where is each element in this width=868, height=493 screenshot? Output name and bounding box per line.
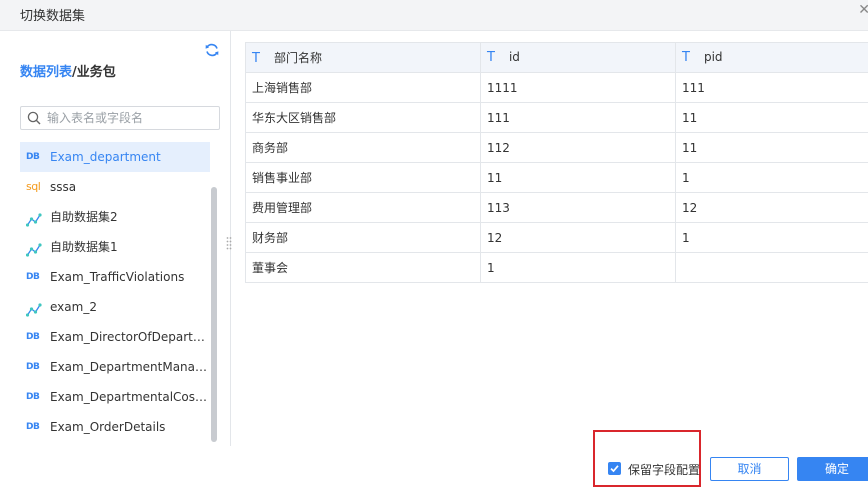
table-cell bbox=[675, 252, 868, 283]
list-item-label: Exam_DepartmentManager... bbox=[50, 360, 210, 374]
search-input[interactable] bbox=[47, 109, 213, 126]
table-cell: 董事会 bbox=[245, 252, 481, 283]
keep-config-checkbox[interactable] bbox=[608, 462, 621, 475]
table-header-row: T 部门名称 Tid Tpid bbox=[245, 42, 868, 73]
table-cell: 上海销售部 bbox=[245, 72, 481, 103]
list-item[interactable]: DB Exam_TrafficViolations bbox=[20, 262, 210, 292]
table-cell: 商务部 bbox=[245, 132, 481, 163]
table-row: 销售事业部 11 1 bbox=[245, 162, 868, 193]
list-item-label: Exam_TrafficViolations bbox=[50, 270, 185, 284]
list-item[interactable]: DB Exam_DirectorOfDepartme... bbox=[20, 322, 210, 352]
list-item[interactable]: DB Exam_OrderDetails bbox=[20, 412, 210, 442]
list-item[interactable]: DB Exam_DepartmentManager... bbox=[20, 352, 210, 382]
table-cell: 12 bbox=[675, 192, 868, 223]
table-row: 商务部 112 11 bbox=[245, 132, 868, 163]
table-cell: 112 bbox=[480, 132, 676, 163]
list-item-label: Exam_DepartmentalCostSt... bbox=[50, 390, 210, 404]
dataset-list-panel: 数据列表/业务包 DB Exam_departmentsqlsssa 自助数据集2 自… bbox=[0, 31, 231, 446]
checkmark-icon bbox=[610, 465, 619, 473]
table-cell: 113 bbox=[480, 192, 676, 223]
sql-icon: sql bbox=[26, 180, 41, 193]
table-cell: 销售事业部 bbox=[245, 162, 481, 193]
confirm-button[interactable]: 确定 bbox=[797, 457, 868, 481]
db-icon: DB bbox=[26, 422, 40, 432]
preview-table: T 部门名称 Tid Tpid 上海销售部 1111 111 华东大区销售部 111 11 商务部… bbox=[245, 42, 868, 283]
refresh-icon[interactable] bbox=[204, 42, 220, 58]
table-body: 上海销售部 1111 111 华东大区销售部 111 11 商务部 112 11 销售事业部 11 1… bbox=[245, 72, 868, 283]
dialog-title: 切换数据集 bbox=[20, 9, 86, 24]
table-cell: 费用管理部 bbox=[245, 192, 481, 223]
list-item-label: sssa bbox=[50, 180, 77, 194]
column-header-label: id bbox=[508, 50, 520, 64]
keep-config-label: 保留字段配置 bbox=[628, 463, 701, 477]
self-service-dataset-icon bbox=[25, 300, 46, 322]
list-item[interactable]: DB Exam_DepartmentalCostSt... bbox=[20, 382, 210, 412]
table-cell: 111 bbox=[675, 72, 868, 103]
table-row: 上海销售部 1111 111 bbox=[245, 72, 868, 103]
list-item[interactable]: DB Exam_department bbox=[20, 142, 210, 172]
table-cell: 1 bbox=[675, 222, 868, 253]
list-scrollbar[interactable] bbox=[211, 187, 217, 442]
table-cell: 1 bbox=[480, 252, 676, 283]
db-icon: DB bbox=[26, 152, 40, 162]
db-icon: DB bbox=[26, 272, 40, 282]
table-row: 财务部 12 1 bbox=[245, 222, 868, 253]
self-service-dataset-icon bbox=[25, 240, 46, 262]
close-icon[interactable]: ✕ bbox=[858, 2, 868, 18]
table-cell: 11 bbox=[480, 162, 676, 193]
list-item-label: 自助数据集1 bbox=[50, 240, 118, 254]
db-icon: DB bbox=[26, 332, 40, 342]
table-cell: 12 bbox=[480, 222, 676, 253]
data-list-tab[interactable]: 数据列表 bbox=[20, 65, 72, 80]
column-header-label: pid bbox=[703, 50, 723, 64]
text-field-icon: T bbox=[682, 50, 690, 65]
table-row: 华东大区销售部 111 11 bbox=[245, 102, 868, 133]
table-cell: 11 bbox=[675, 132, 868, 163]
table-cell: 财务部 bbox=[245, 222, 481, 253]
table-cell: 1111 bbox=[480, 72, 676, 103]
search-icon bbox=[27, 111, 41, 125]
business-package-tab[interactable]: /业务包 bbox=[72, 65, 116, 80]
dialog-titlebar: 切换数据集 ✕ bbox=[0, 0, 868, 31]
db-icon: DB bbox=[26, 392, 40, 402]
table-cell: 1 bbox=[675, 162, 868, 193]
list-item-label: Exam_OrderDetails bbox=[50, 420, 166, 434]
table-cell: 11 bbox=[675, 102, 868, 133]
highlight-box bbox=[593, 430, 701, 487]
list-title: 数据列表/业务包 bbox=[20, 61, 116, 80]
list-item-label: Exam_department bbox=[50, 150, 161, 164]
table-row: 董事会 1 bbox=[245, 252, 868, 283]
table-cell: 华东大区销售部 bbox=[245, 102, 481, 133]
table-cell: 111 bbox=[480, 102, 676, 133]
scrollbar-thumb[interactable] bbox=[211, 187, 217, 442]
list-item[interactable]: exam_2 bbox=[20, 292, 210, 322]
db-icon: DB bbox=[26, 362, 40, 372]
list-item[interactable]: 自助数据集2 bbox=[20, 202, 210, 232]
cancel-button[interactable]: 取消 bbox=[710, 457, 789, 481]
search-box bbox=[20, 106, 220, 130]
self-service-dataset-icon bbox=[25, 210, 46, 232]
dataset-list: DB Exam_departmentsql sssa 自助数据集2 自助数据集1 DB Ex… bbox=[20, 142, 210, 442]
text-field-icon: T bbox=[487, 50, 495, 65]
list-item[interactable]: 自助数据集1 bbox=[20, 232, 210, 262]
list-item-label: Exam_DirectorOfDepartme... bbox=[50, 330, 210, 344]
column-header-label: 部门名称 bbox=[273, 51, 322, 65]
list-item[interactable]: sql sssa bbox=[20, 172, 210, 202]
column-header: Tid bbox=[480, 42, 676, 73]
list-item-label: exam_2 bbox=[50, 300, 97, 314]
column-header: Tpid bbox=[675, 42, 868, 73]
column-header: T 部门名称 bbox=[245, 42, 481, 73]
table-row: 费用管理部 113 12 bbox=[245, 192, 868, 223]
panel-resize-handle[interactable] bbox=[226, 236, 232, 250]
list-item-label: 自助数据集2 bbox=[50, 210, 118, 224]
text-field-icon: T bbox=[252, 51, 260, 66]
